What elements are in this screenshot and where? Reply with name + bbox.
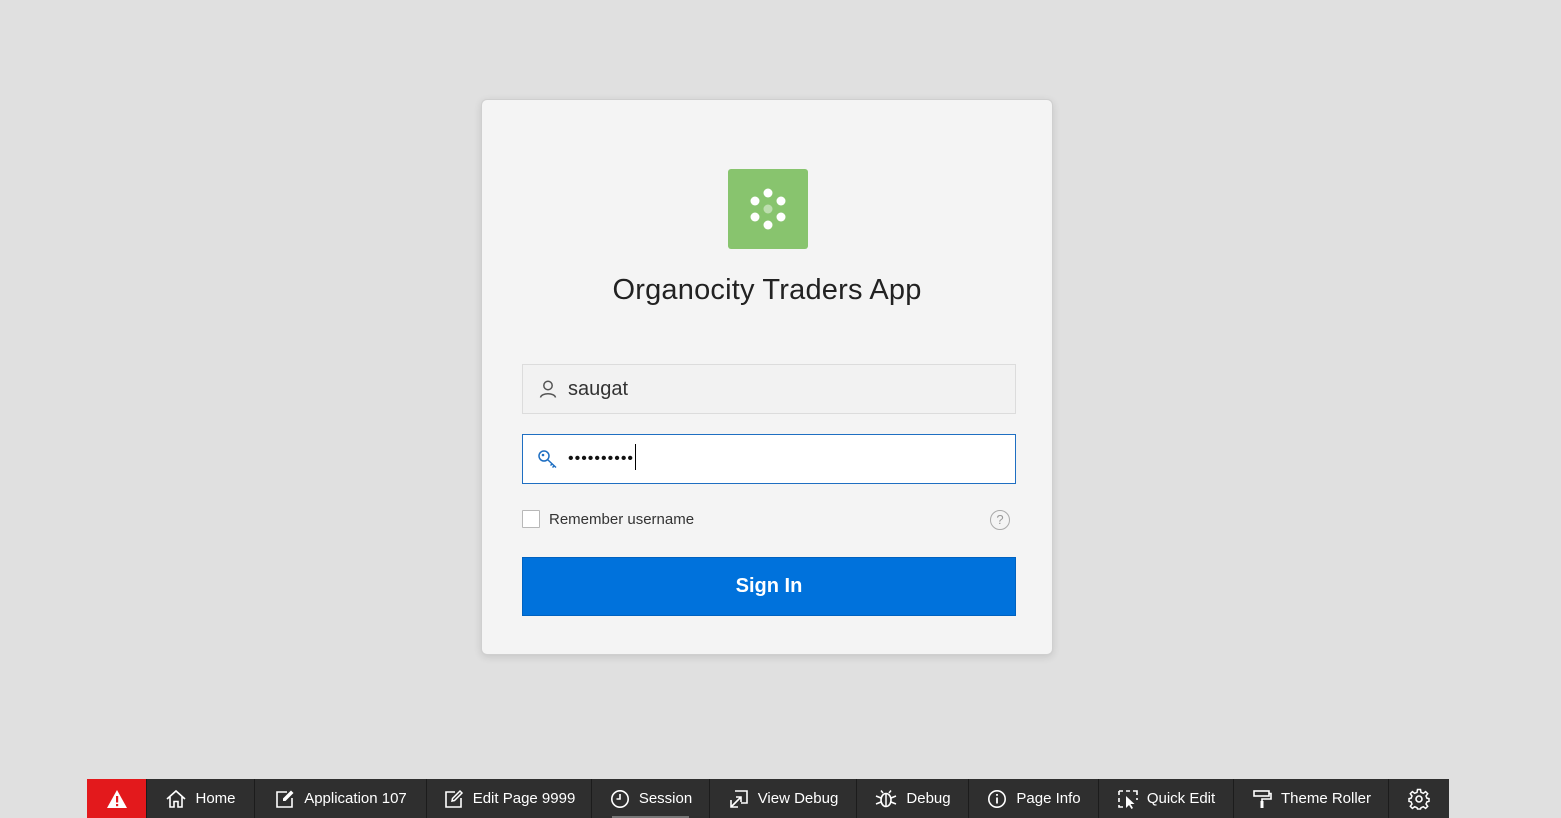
devbar-theme-roller-label: Theme Roller (1280, 790, 1372, 807)
password-value: •••••••••• (568, 435, 637, 483)
devbar-theme-roller[interactable]: Theme Roller (1234, 779, 1389, 818)
devbar-session-label: Session (638, 790, 693, 807)
app-logo (728, 169, 808, 249)
devbar-debug-label: Debug (906, 790, 951, 807)
info-icon (988, 789, 1007, 808)
developer-toolbar: Home Application 107 Edit Page 9999 Sess… (87, 779, 1449, 818)
quick-edit-icon (1118, 789, 1138, 809)
remember-label[interactable]: Remember username (549, 511, 694, 528)
username-value: saugat (568, 378, 629, 400)
sign-in-button[interactable]: Sign In (522, 557, 1016, 616)
pencil-icon (444, 789, 463, 808)
paint-roller-icon (1253, 789, 1272, 808)
user-icon (539, 380, 557, 398)
devbar-view-debug[interactable]: View Debug (710, 779, 857, 818)
home-icon (166, 789, 187, 808)
devbar-home[interactable]: Home (147, 779, 255, 818)
devbar-edit-page[interactable]: Edit Page 9999 (427, 779, 592, 818)
key-icon (538, 450, 557, 469)
login-card: Organocity Traders App saugat ••••••••••… (481, 99, 1053, 655)
text-caret (635, 444, 637, 471)
devbar-settings[interactable] (1389, 779, 1449, 818)
devbar-quick-edit-label: Quick Edit (1146, 790, 1216, 807)
devbar-page-info-label: Page Info (1016, 790, 1081, 807)
help-icon[interactable]: ? (990, 510, 1010, 530)
devbar-home-label: Home (195, 790, 236, 807)
remember-checkbox[interactable] (522, 510, 540, 528)
warning-icon (106, 789, 127, 808)
bug-icon (876, 789, 897, 807)
devbar-application-label: Application 107 (304, 790, 407, 807)
devbar-application[interactable]: Application 107 (255, 779, 427, 818)
view-debug-icon (729, 789, 748, 808)
dots-logo-icon (750, 188, 786, 230)
devbar-view-debug-label: View Debug (757, 790, 839, 807)
edit-app-icon (276, 790, 294, 808)
password-mask: •••••••••• (568, 450, 635, 467)
clock-icon (610, 789, 629, 808)
devbar-page-info[interactable]: Page Info (969, 779, 1099, 818)
username-field[interactable]: saugat (522, 364, 1016, 414)
devbar-edit-page-label: Edit Page 9999 (472, 790, 576, 807)
alert-button[interactable] (87, 779, 147, 818)
password-field[interactable]: •••••••••• (522, 434, 1016, 484)
remember-username[interactable]: Remember username (522, 510, 694, 528)
devbar-session[interactable]: Session (592, 779, 710, 818)
devbar-debug[interactable]: Debug (857, 779, 969, 818)
devbar-quick-edit[interactable]: Quick Edit (1099, 779, 1234, 818)
app-title: Organocity Traders App (612, 274, 922, 306)
gear-icon (1408, 788, 1430, 810)
